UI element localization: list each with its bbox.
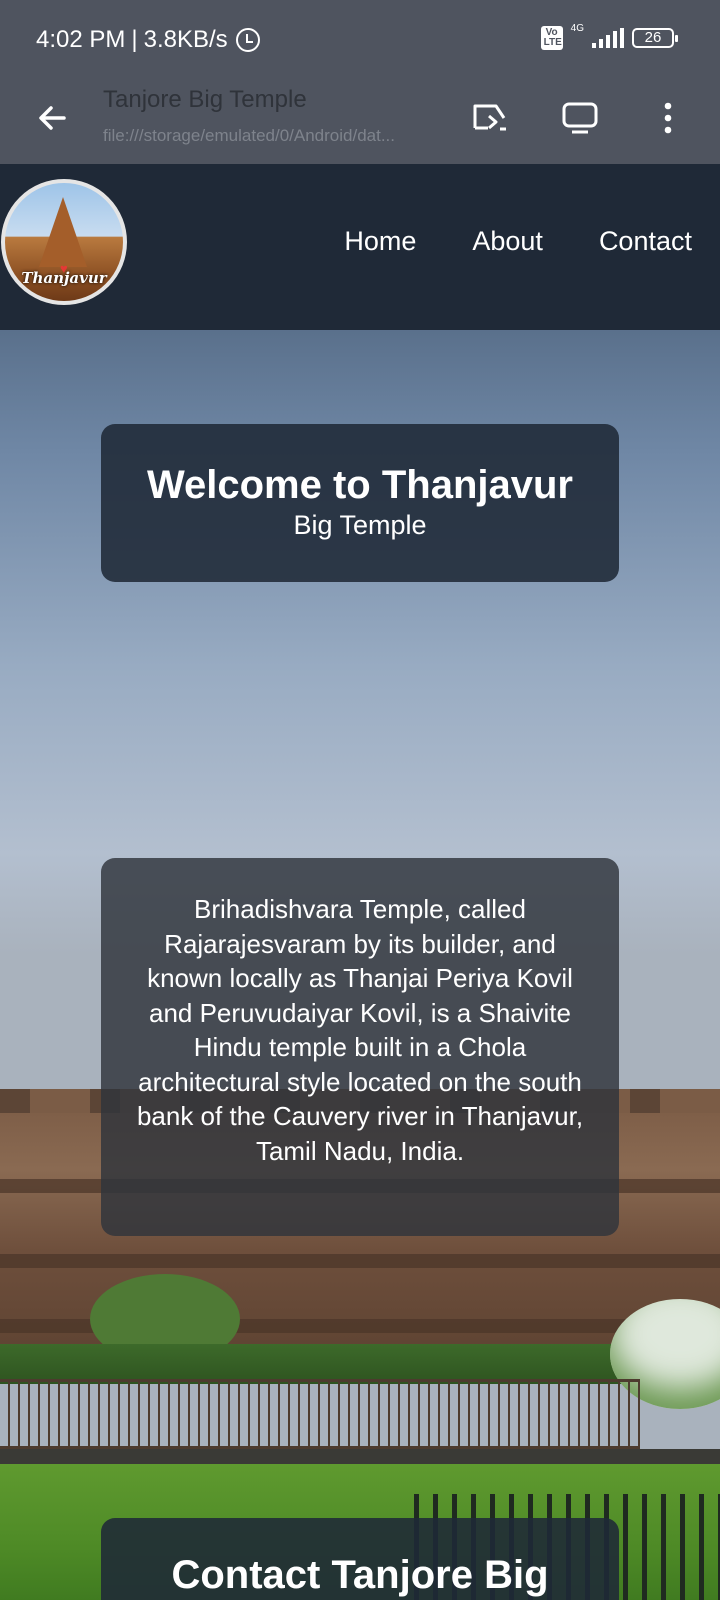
nav-links: Home About Contact <box>344 226 692 257</box>
status-speed: 3.8KB/s <box>143 26 228 53</box>
contact-card: Contact Tanjore Big <box>101 1518 619 1600</box>
status-bar: 4:02 PM | 3.8KB/s Vo LTE 4G 26 <box>0 0 720 80</box>
welcome-title: Welcome to Thanjavur <box>146 463 573 507</box>
status-left: 4:02 PM | 3.8KB/s <box>36 26 260 54</box>
status-right: Vo LTE 4G 26 <box>540 22 678 50</box>
cast-icon[interactable] <box>470 98 510 138</box>
nav-home-link[interactable]: Home <box>344 226 416 257</box>
alarm-icon <box>235 28 260 52</box>
site-navbar: ♥ Thanjavur Home About Contact <box>0 164 720 330</box>
logo-text: Thanjavur <box>21 269 107 287</box>
about-card: Brihadishvara Temple, called Rajarajesva… <box>101 858 619 1236</box>
browser-toolbar: Tanjore Big Temple file:///storage/emula… <box>0 80 720 164</box>
back-arrow-icon[interactable] <box>34 100 70 136</box>
nav-contact-link[interactable]: Contact <box>599 226 692 257</box>
about-text: Brihadishvara Temple, called Rajarajesva… <box>136 894 584 1166</box>
status-time: 4:02 PM <box>36 26 126 53</box>
network-type: 4G <box>570 22 584 34</box>
website-content: ♥ Thanjavur Home About Contact Welcome t… <box>0 164 720 1600</box>
page-url[interactable]: file:///storage/emulated/0/Android/dat..… <box>103 126 443 146</box>
temple-tower-icon <box>39 197 87 267</box>
more-vert-icon[interactable] <box>648 98 688 138</box>
page-title: Tanjore Big Temple <box>103 86 307 113</box>
battery-icon: 26 <box>632 28 678 48</box>
welcome-subtitle: Big Temple <box>293 510 427 540</box>
welcome-card: Welcome to Thanjavur Big Temple <box>101 424 619 582</box>
nav-about-link[interactable]: About <box>472 226 543 257</box>
fence-background <box>0 1379 640 1449</box>
contact-title: Contact Tanjore Big <box>171 1553 549 1597</box>
desktop-mode-icon[interactable] <box>560 98 600 138</box>
signal-icon <box>592 28 624 48</box>
site-logo[interactable]: ♥ Thanjavur <box>1 179 127 305</box>
status-separator: | <box>131 26 138 53</box>
volte-icon: Vo LTE <box>540 26 563 50</box>
